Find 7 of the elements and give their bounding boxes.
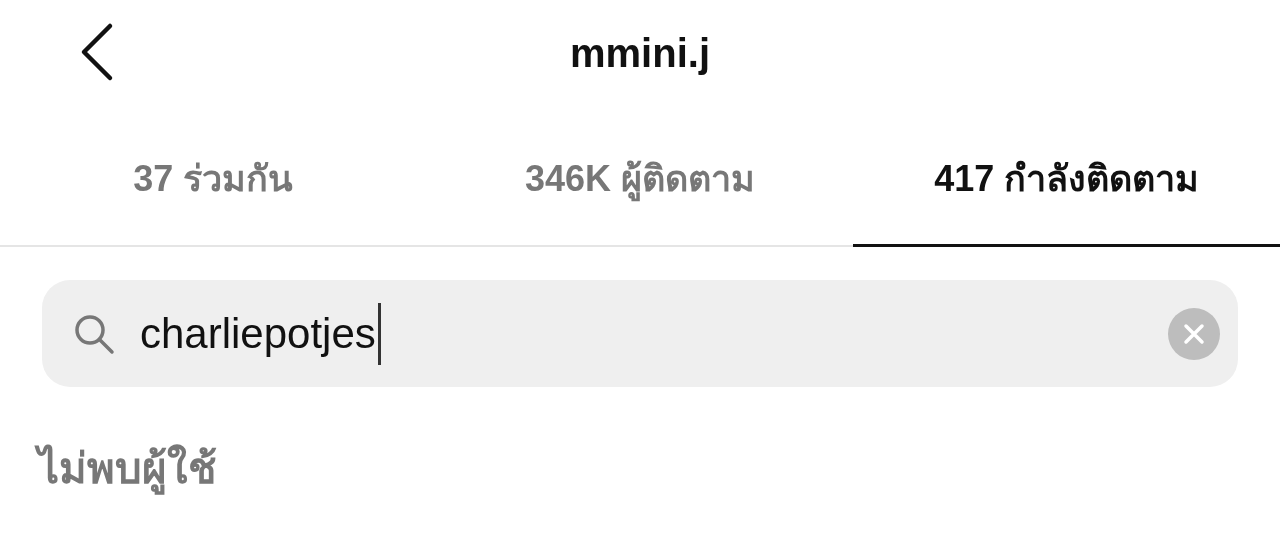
search-field[interactable]: charliepotjes (42, 280, 1238, 387)
tab[interactable]: 37 ร่วมกัน (0, 105, 427, 247)
tab[interactable]: 346K ผู้ติดตาม (426, 105, 854, 247)
search-query: charliepotjes (140, 309, 376, 359)
profile-username: mmini.j (570, 32, 710, 73)
close-icon (1183, 322, 1205, 345)
tab[interactable]: 417 กำลังติดตาม (853, 105, 1280, 247)
